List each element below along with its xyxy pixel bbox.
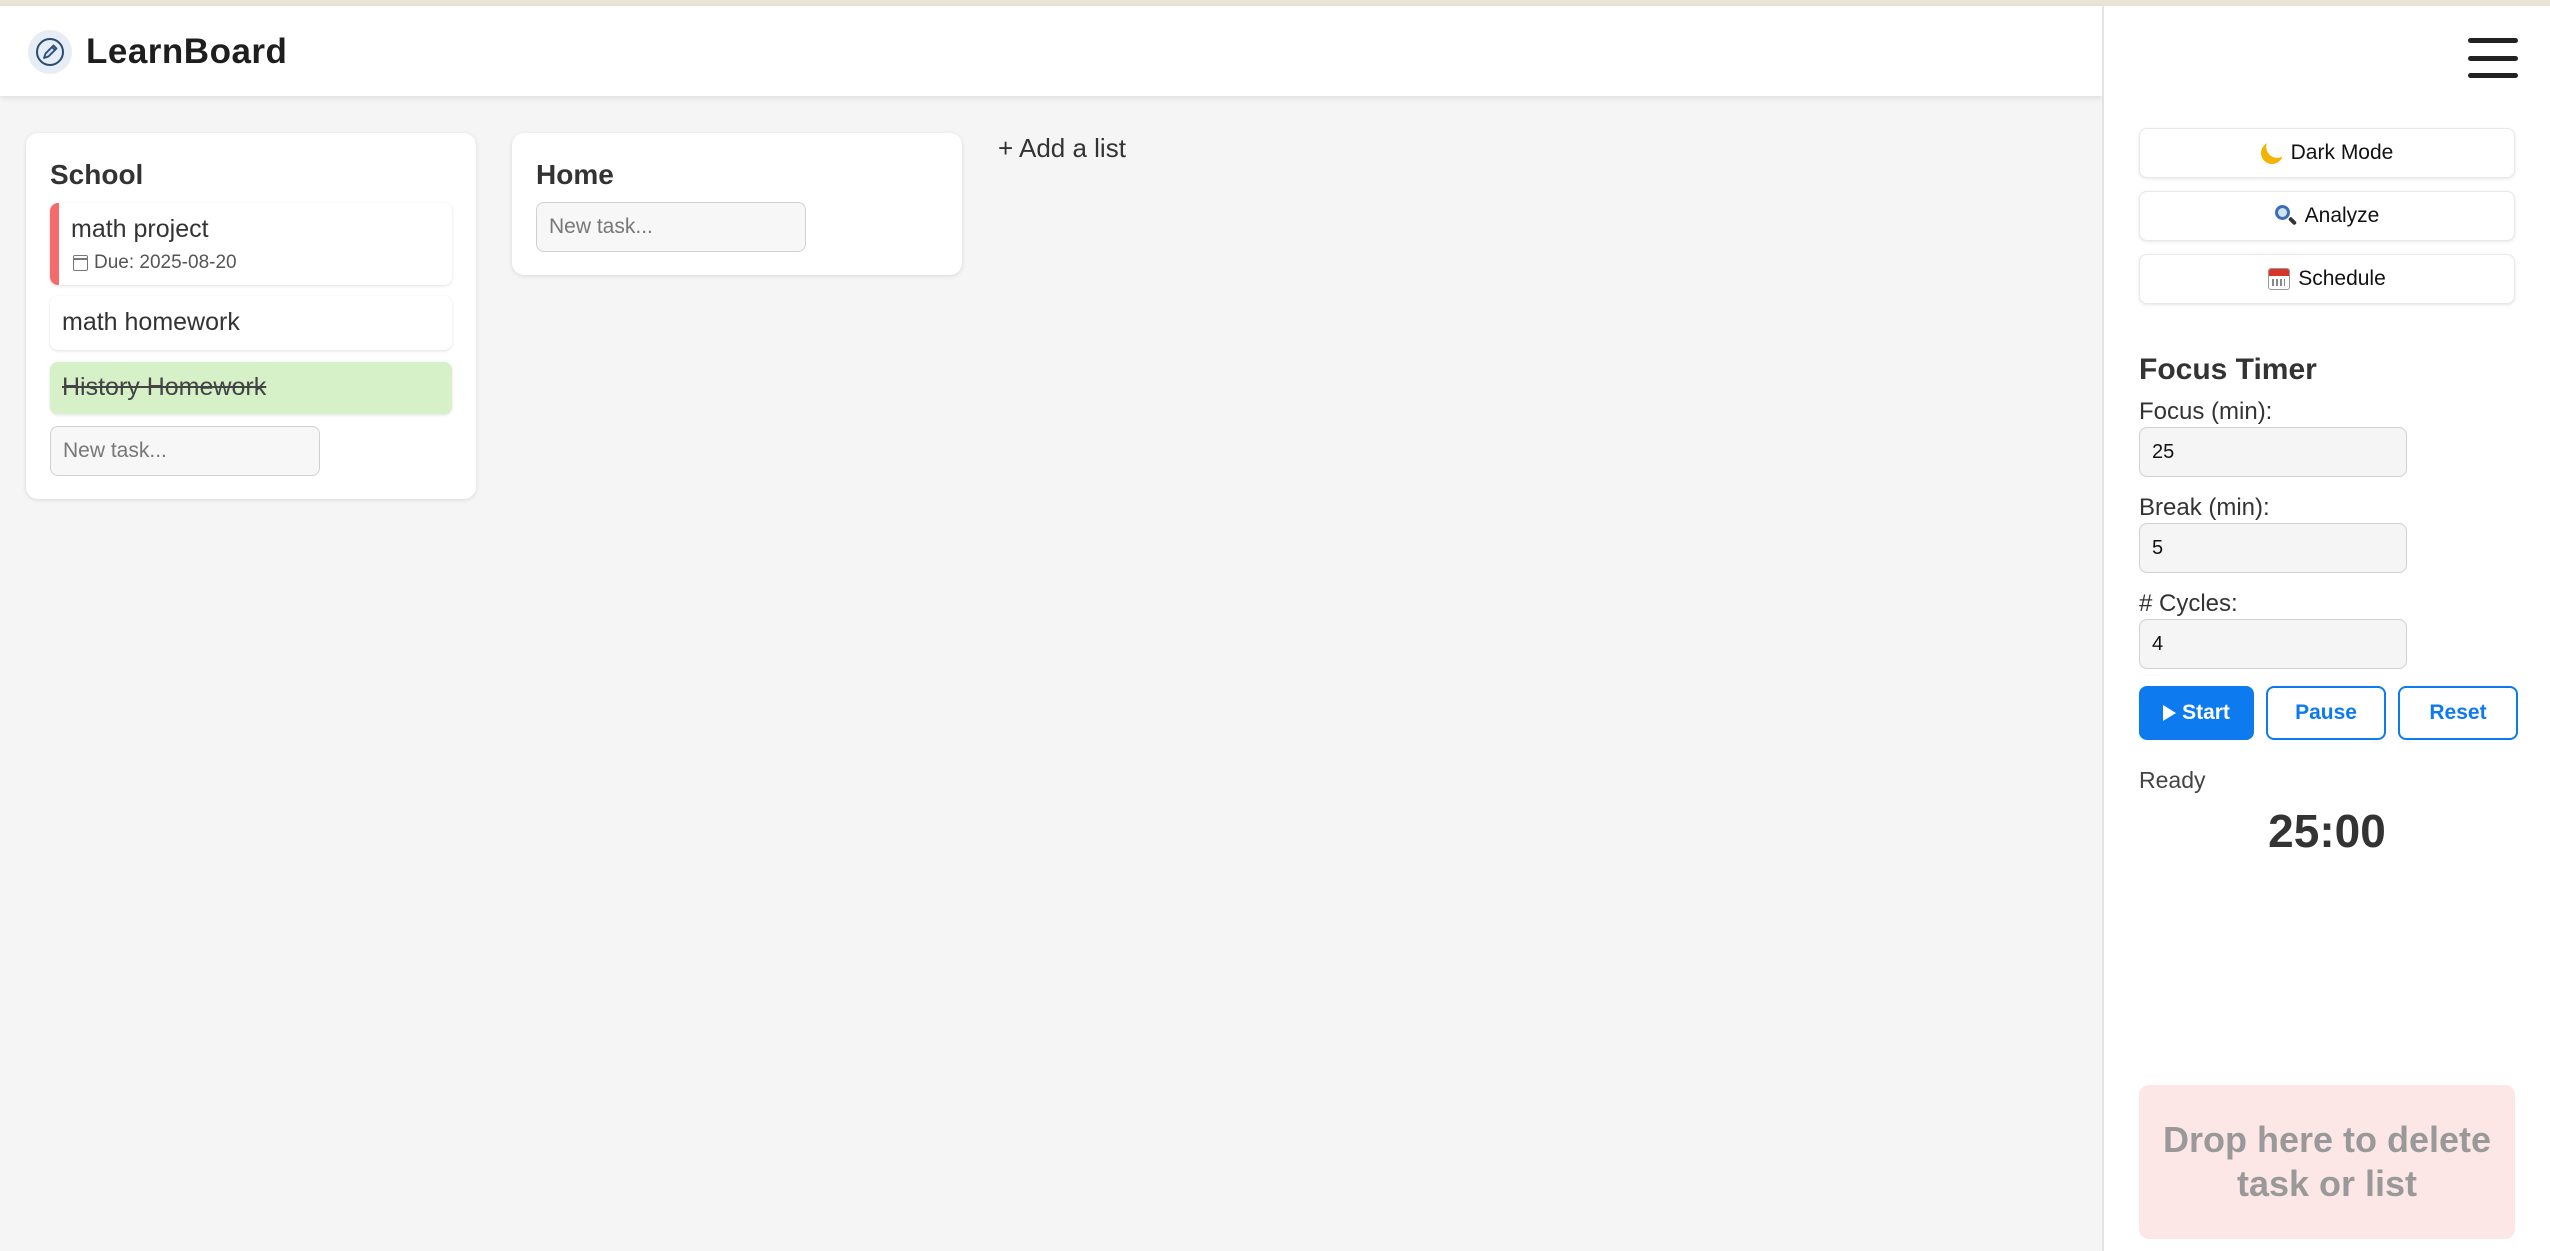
- dark-mode-label: Dark Mode: [2290, 141, 2394, 164]
- start-button[interactable]: Start: [2139, 686, 2254, 740]
- analyze-button[interactable]: Analyze: [2139, 191, 2515, 241]
- hamburger-menu-icon[interactable]: [2468, 38, 2518, 78]
- pencil-icon: [28, 30, 72, 74]
- play-icon: [2163, 705, 2177, 721]
- timer-status: Ready: [2139, 767, 2206, 793]
- task-name: History Homework: [62, 373, 267, 401]
- dark-mode-button[interactable]: Dark Mode: [2139, 128, 2515, 178]
- break-minutes-input[interactable]: [2139, 523, 2407, 573]
- analyze-label: Analyze: [2304, 204, 2380, 227]
- delete-drop-zone[interactable]: Drop here to delete task or list: [2139, 1085, 2515, 1239]
- app-header: LearnBoard: [0, 6, 2102, 96]
- break-label: Break (min):: [2139, 494, 2270, 521]
- pause-button[interactable]: Pause: [2266, 686, 2386, 740]
- task-name: math homework: [62, 308, 240, 336]
- list-card-school[interactable]: School math project Due: 2025-08-20 math…: [26, 133, 476, 499]
- cycles-label: # Cycles:: [2139, 590, 2238, 617]
- cycles-input[interactable]: [2139, 619, 2407, 669]
- start-label: Start: [2182, 701, 2230, 724]
- add-list-button[interactable]: + Add a list: [998, 133, 1126, 164]
- sidebar: Dark Mode Analyze Schedule Focus Timer F…: [2102, 6, 2550, 1251]
- focus-minutes-input[interactable]: [2139, 427, 2407, 477]
- task-card-completed[interactable]: History Homework: [50, 362, 452, 414]
- task-card[interactable]: math project Due: 2025-08-20: [50, 203, 452, 285]
- task-card[interactable]: math homework: [50, 296, 452, 350]
- calendar-icon: [2268, 268, 2291, 290]
- list-title[interactable]: School: [50, 159, 143, 191]
- task-name: math project: [71, 215, 209, 243]
- timer-countdown: 25:00: [2268, 805, 2386, 857]
- task-due-text: Due: 2025-08-20: [94, 252, 237, 273]
- schedule-button[interactable]: Schedule: [2139, 254, 2515, 304]
- focus-timer-title: Focus Timer: [2139, 353, 2317, 386]
- reset-button[interactable]: Reset: [2398, 686, 2518, 740]
- priority-bar: [50, 203, 59, 285]
- list-title[interactable]: Home: [536, 159, 614, 191]
- schedule-label: Schedule: [2298, 267, 2386, 290]
- focus-label: Focus (min):: [2139, 398, 2273, 425]
- new-task-input[interactable]: [50, 426, 320, 476]
- magnifying-glass-icon: [2274, 205, 2297, 227]
- crescent-moon-icon: [2258, 139, 2286, 167]
- task-due-date: Due: 2025-08-20: [73, 252, 237, 274]
- list-card-home[interactable]: Home: [512, 133, 962, 275]
- new-task-input[interactable]: [536, 202, 806, 252]
- calendar-icon: [73, 255, 88, 271]
- app-title: LearnBoard: [86, 32, 288, 71]
